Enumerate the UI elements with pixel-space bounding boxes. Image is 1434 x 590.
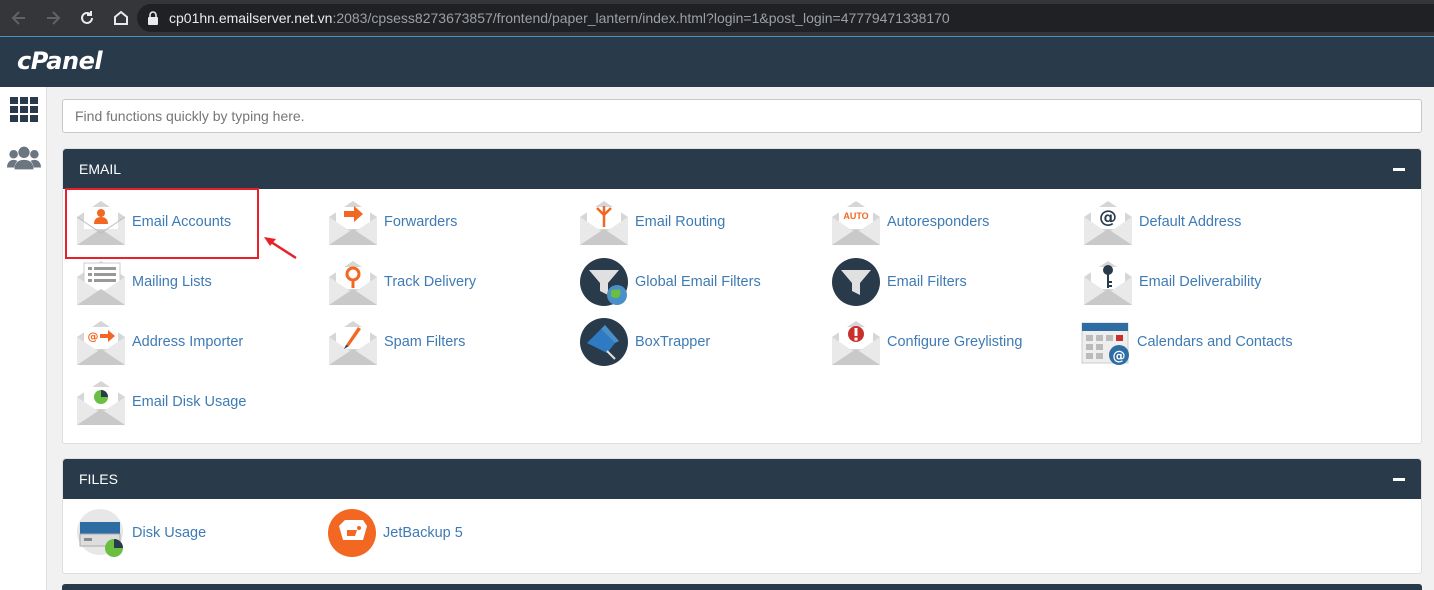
browser-toolbar: cp01hn.emailserver.net.vn:2083/cpsess827… — [0, 0, 1434, 36]
email-deliverability-icon — [1083, 257, 1133, 307]
url-path: :2083/cpsess8273673857/frontend/paper_la… — [332, 10, 950, 26]
auto-badge: AUTO — [843, 211, 868, 221]
email-filters-label: Email Filters — [887, 274, 967, 290]
forward-arrow-icon — [47, 11, 61, 25]
email-disk-usage-label: Email Disk Usage — [132, 394, 247, 410]
files-panel-header[interactable]: FILES — [63, 459, 1421, 499]
home-icon — [114, 10, 128, 25]
cpanel-header: cPanel — [0, 36, 1434, 87]
default-address-icon: @ — [1083, 197, 1133, 247]
address-importer-item[interactable]: @ Address Importer — [76, 317, 243, 367]
users-group-icon[interactable] — [7, 143, 41, 173]
mailing-lists-label: Mailing Lists — [132, 274, 212, 290]
disk-usage-label: Disk Usage — [132, 525, 207, 541]
lock-icon — [148, 11, 158, 25]
cpanel-logo[interactable]: cPanel — [17, 47, 103, 75]
email-deliverability-item[interactable]: Email Deliverability — [1083, 257, 1261, 307]
default-address-label: Default Address — [1139, 214, 1242, 230]
email-routing-icon — [579, 197, 629, 247]
collapse-icon[interactable] — [1393, 477, 1405, 481]
email-deliverability-label: Email Deliverability — [1139, 274, 1262, 290]
configure-greylisting-label: Configure Greylisting — [887, 334, 1023, 350]
back-arrow-icon — [11, 11, 25, 25]
autoresponders-icon: AUTO — [831, 197, 881, 247]
spam-filters-icon — [328, 317, 378, 367]
email-panel-header[interactable]: EMAIL — [63, 149, 1421, 189]
greylisting-icon — [831, 317, 881, 367]
grid-menu-icon[interactable] — [7, 95, 41, 125]
email-routing-item[interactable]: Email Routing — [579, 197, 725, 247]
reload-button[interactable] — [72, 3, 102, 33]
highlight-box — [65, 188, 259, 259]
svg-text:@: @ — [88, 330, 99, 343]
pointer-arrow-icon — [264, 237, 297, 260]
svg-text:@: @ — [1099, 207, 1117, 228]
address-importer-icon: @ — [76, 317, 126, 367]
forwarders-icon — [328, 197, 378, 247]
disk-usage-icon — [76, 508, 126, 558]
next-panel-header — [62, 584, 1422, 590]
sidebar — [0, 87, 47, 590]
boxtrapper-icon — [579, 317, 629, 367]
forwarders-label: Forwarders — [384, 214, 458, 230]
url-host: cp01hn.emailserver.net.vn — [169, 10, 333, 26]
global-email-filters-icon — [579, 257, 629, 307]
home-button[interactable] — [106, 3, 136, 33]
email-disk-usage-item[interactable]: Email Disk Usage — [76, 377, 246, 427]
email-filters-item[interactable]: Email Filters — [831, 257, 967, 307]
calendars-contacts-item[interactable]: @ Calendars and Contacts — [1081, 317, 1293, 367]
forwarders-item[interactable]: Forwarders — [328, 197, 457, 247]
collapse-icon[interactable] — [1393, 167, 1405, 171]
reload-icon — [81, 11, 93, 24]
calendars-contacts-icon: @ — [1081, 317, 1131, 367]
disk-usage-item[interactable]: Disk Usage — [76, 508, 206, 558]
jetbackup-icon — [327, 508, 377, 558]
address-bar[interactable]: cp01hn.emailserver.net.vn:2083/cpsess827… — [137, 4, 1434, 32]
autoresponders-item[interactable]: AUTO Autoresponders — [831, 197, 989, 247]
search-input[interactable] — [62, 99, 1422, 133]
track-delivery-icon — [328, 257, 378, 307]
autoresponders-label: Autoresponders — [887, 214, 990, 230]
address-importer-label: Address Importer — [132, 334, 244, 350]
svg-text:@: @ — [1113, 349, 1126, 364]
track-delivery-label: Track Delivery — [384, 274, 477, 290]
default-address-item[interactable]: @ Default Address — [1083, 197, 1241, 247]
spam-filters-label: Spam Filters — [384, 334, 466, 350]
files-panel-title: FILES — [79, 471, 118, 487]
email-filters-icon — [831, 257, 881, 307]
forward-button[interactable] — [38, 3, 68, 33]
configure-greylisting-item[interactable]: Configure Greylisting — [831, 317, 1022, 367]
jetbackup-label: JetBackup 5 — [383, 525, 463, 541]
calendars-contacts-label: Calendars and Contacts — [1137, 334, 1293, 350]
back-button[interactable] — [4, 3, 34, 33]
global-email-filters-label: Global Email Filters — [635, 274, 761, 290]
track-delivery-item[interactable]: Track Delivery — [328, 257, 476, 307]
global-email-filters-item[interactable]: Global Email Filters — [579, 257, 761, 307]
email-panel-title: EMAIL — [79, 161, 122, 177]
mailing-lists-icon — [76, 257, 126, 307]
spam-filters-item[interactable]: Spam Filters — [328, 317, 465, 367]
boxtrapper-label: BoxTrapper — [635, 334, 711, 350]
email-routing-label: Email Routing — [635, 214, 726, 230]
boxtrapper-item[interactable]: BoxTrapper — [579, 317, 710, 367]
mailing-lists-item[interactable]: Mailing Lists — [76, 257, 212, 307]
jetbackup-item[interactable]: JetBackup 5 — [327, 508, 463, 558]
email-disk-usage-icon — [76, 377, 126, 427]
files-panel: FILES — [62, 458, 1422, 574]
